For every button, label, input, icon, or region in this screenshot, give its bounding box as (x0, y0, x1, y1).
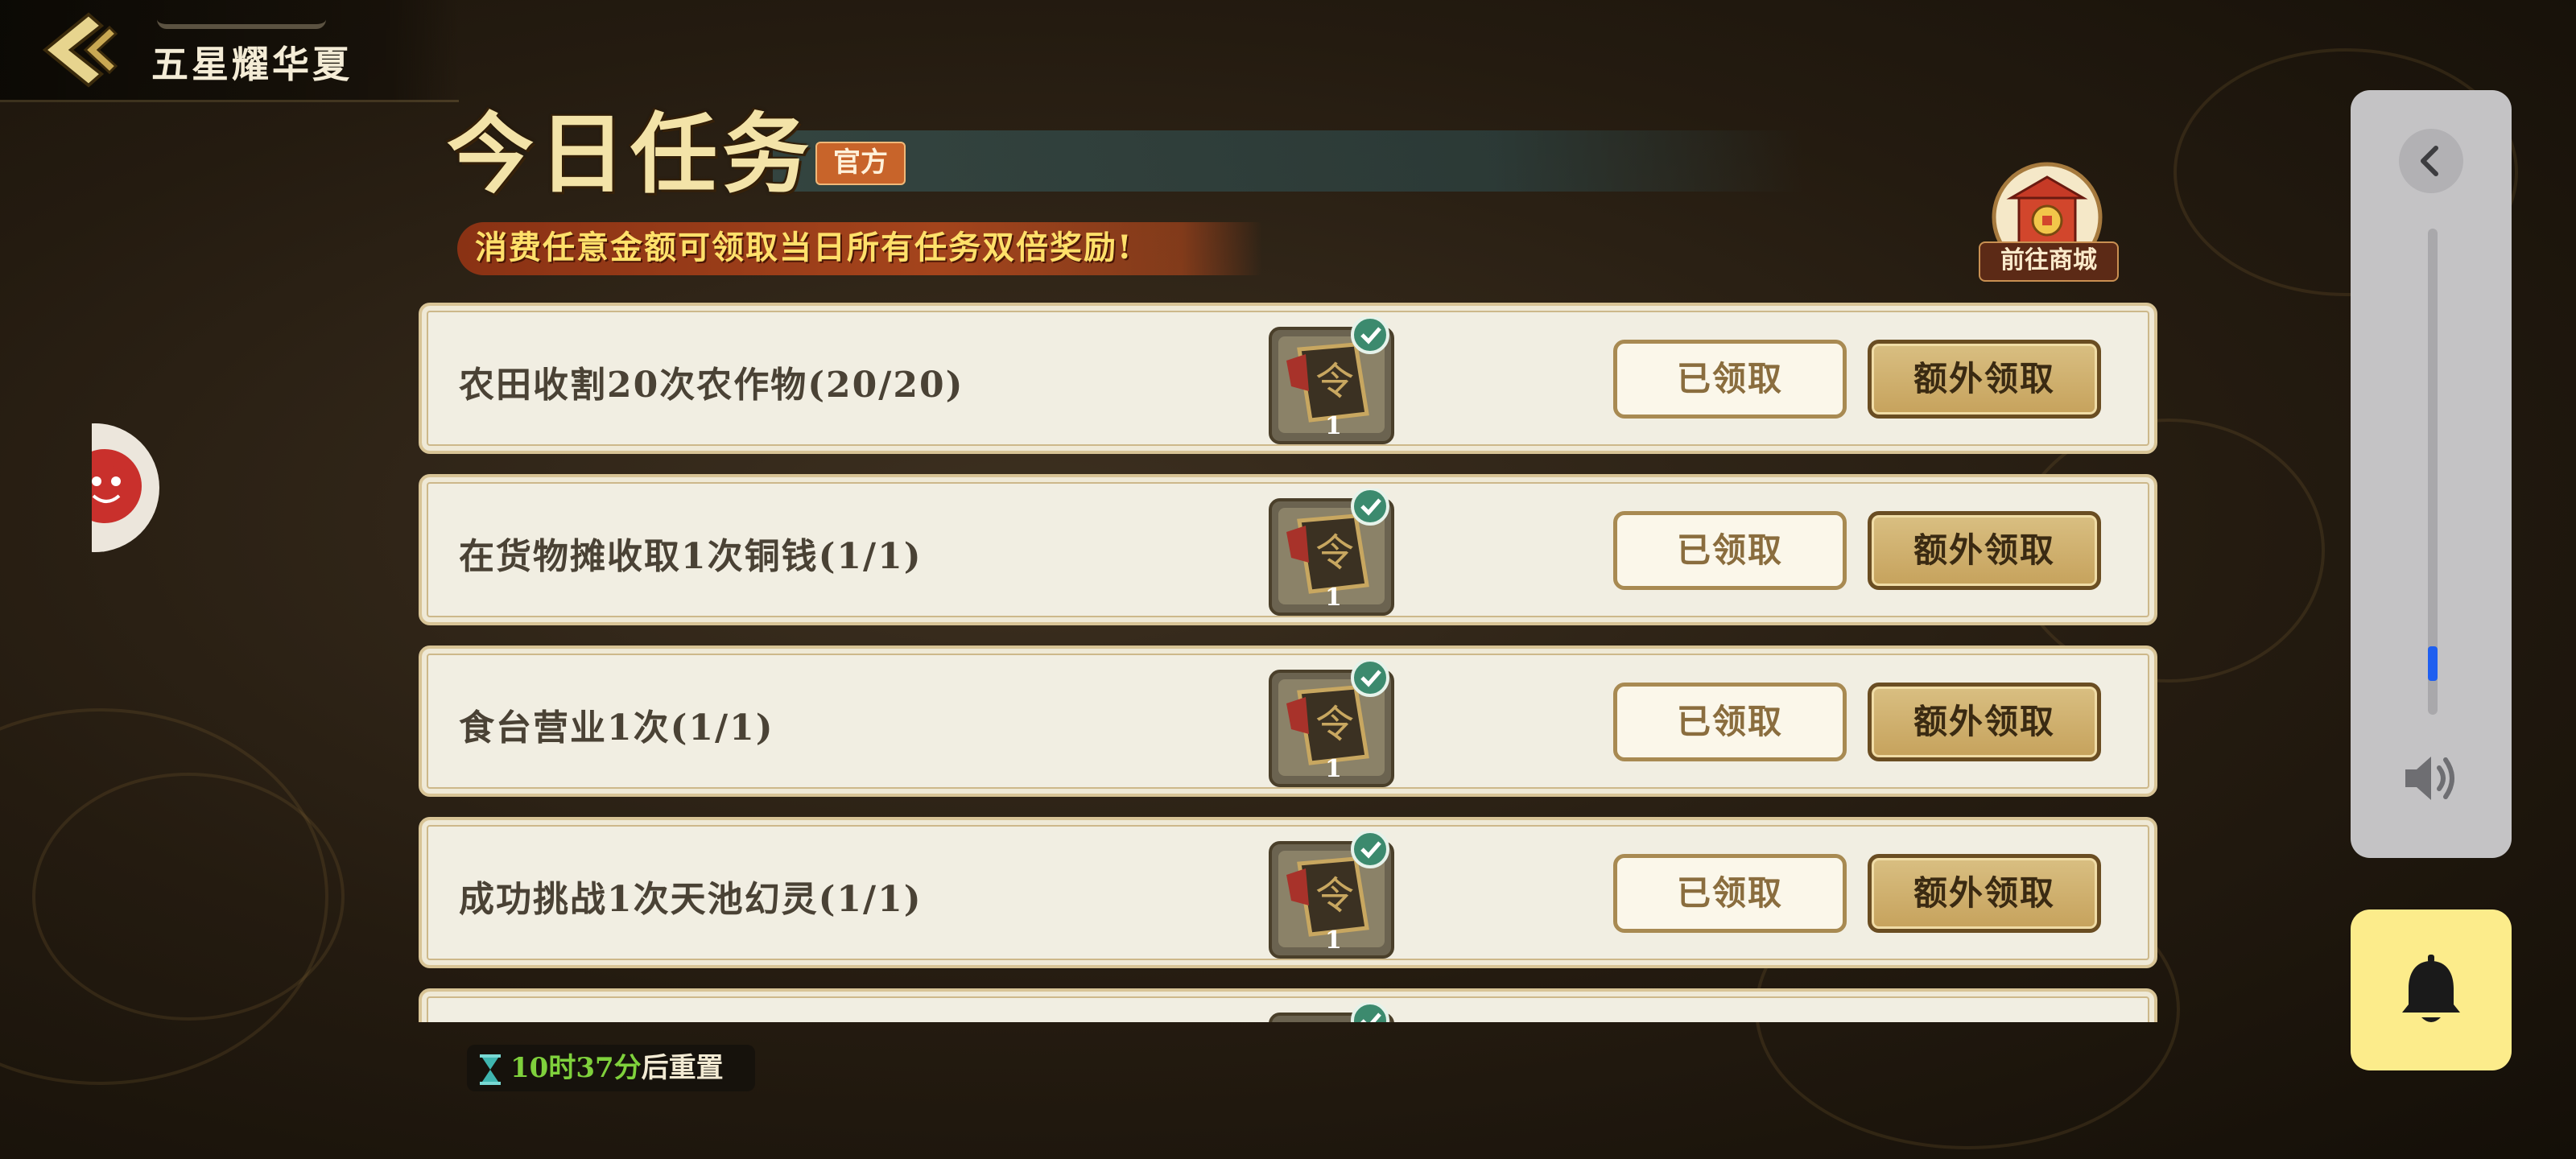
volume-panel (2351, 90, 2512, 858)
hourglass-icon (480, 1054, 501, 1085)
top-bar: 五星耀华夏 (0, 0, 459, 102)
svg-text:令: 令 (1315, 873, 1354, 918)
volume-slider[interactable] (2428, 229, 2438, 715)
reward-count: 1 (1325, 412, 1342, 440)
background-cloud (0, 708, 328, 1085)
claimed-button[interactable]: 已领取 (1613, 511, 1847, 590)
game-title: 五星耀华夏 (151, 43, 353, 86)
reward-item[interactable] (1267, 1001, 1396, 1022)
task-name: 食台营业1次(1/1) (459, 707, 774, 749)
speaker-icon (2405, 757, 2454, 800)
token-reward-icon (1269, 1001, 1394, 1022)
svg-text:令: 令 (1315, 702, 1354, 747)
task-row: 成功挑战1次天池幻灵(1/1) 令 1 已领取 额外领取 (419, 817, 2157, 968)
collapse-button[interactable] (2399, 129, 2463, 193)
task-row: 农田收割20次农作物(20/20) 令 1 已领取 额外领取 (419, 303, 2157, 454)
reset-timer: 10时37分后重置 (467, 1045, 755, 1091)
promo-banner: 消费任意金额可领取当日所有任务双倍奖励! (457, 222, 1262, 275)
task-name: 在货物摊收取1次铜钱(1/1) (459, 536, 923, 577)
chevron-left-icon (42, 12, 118, 88)
reset-suffix: 后重置 (641, 1052, 724, 1084)
task-row: 食台营业1次(1/1) 令 1 已领取 额外领取 (419, 645, 2157, 797)
task-name: 农田收割20次农作物(20/20) (459, 365, 964, 406)
extra-claim-button[interactable]: 额外领取 (1868, 854, 2101, 933)
task-list[interactable]: 农田收割20次农作物(20/20) 令 1 已领取 额外领取 在货物摊收取1次铜… (419, 299, 2157, 1022)
background-cloud (32, 773, 345, 1021)
bell-icon (2402, 955, 2460, 1022)
claimed-button[interactable]: 已领取 (1613, 683, 1847, 761)
svg-text:令: 令 (1315, 530, 1354, 575)
volume-slider-fill (2428, 646, 2438, 681)
title-stripe (773, 130, 1803, 192)
go-to-shop-button[interactable]: 前往商城 (1979, 161, 2119, 282)
speaker-button[interactable] (2401, 750, 2462, 806)
task-row: 在货物摊收取1次铜钱(1/1) 令 1 已领取 额外领取 (419, 474, 2157, 625)
back-button[interactable] (32, 10, 121, 90)
extra-claim-button[interactable]: 额外领取 (1868, 683, 2101, 761)
reward-item[interactable]: 令 1 (1267, 487, 1396, 617)
notification-bell-button[interactable] (2351, 909, 2512, 1070)
extra-claim-button[interactable]: 额外领取 (1868, 340, 2101, 419)
page-title: 今日任务 (447, 104, 815, 205)
claimed-button[interactable]: 已领取 (1613, 340, 1847, 419)
reward-count: 1 (1325, 584, 1342, 612)
reset-time: 10时37分 (510, 1052, 642, 1084)
extra-claim-button[interactable]: 额外领取 (1868, 511, 2101, 590)
svg-text:令: 令 (1315, 359, 1354, 404)
go-to-shop-label: 前往商城 (1979, 241, 2119, 282)
top-bar-notch (157, 0, 326, 29)
reward-count: 1 (1325, 755, 1342, 783)
claimed-button[interactable]: 已领取 (1613, 854, 1847, 933)
reward-item[interactable]: 令 1 (1267, 658, 1396, 789)
chevron-left-icon (2421, 146, 2438, 176)
official-badge: 官方 (815, 142, 906, 185)
floating-assistant-button[interactable] (92, 423, 159, 552)
reward-count: 1 (1325, 926, 1342, 955)
reward-item[interactable]: 令 1 (1267, 830, 1396, 960)
reward-item[interactable]: 令 1 (1267, 316, 1396, 446)
task-name: 成功挑战1次天池幻灵(1/1) (459, 879, 923, 920)
red-mascot-icon (92, 423, 159, 552)
task-row-partial (419, 988, 2157, 1022)
